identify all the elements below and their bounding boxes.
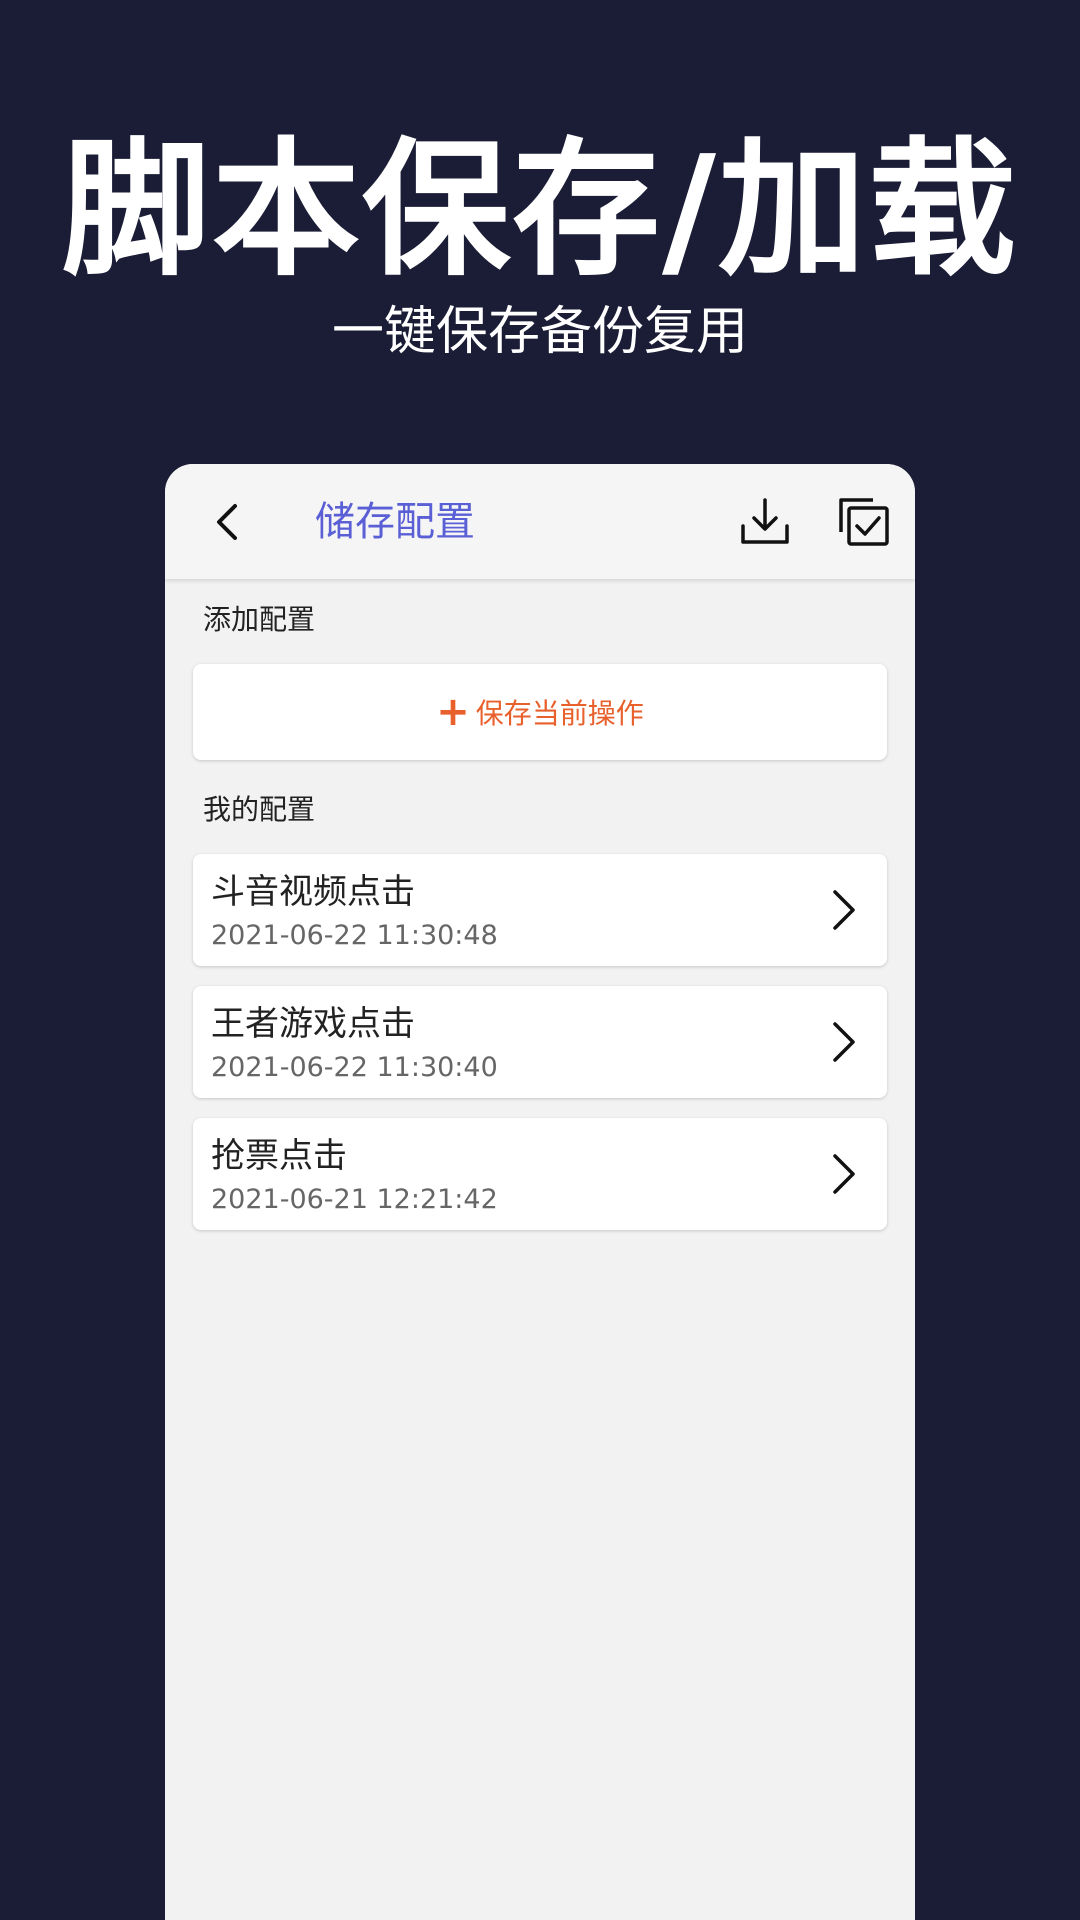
config-item[interactable]: 王者游戏点击 2021-06-22 11:30:40 — [193, 986, 887, 1098]
save-current-button[interactable]: + 保存当前操作 — [193, 664, 887, 760]
chevron-right-icon — [833, 890, 855, 930]
app-bar: 储存配置 — [165, 464, 915, 579]
my-section-label: 我的配置 — [203, 793, 316, 826]
config-item[interactable]: 斗音视频点击 2021-06-22 11:30:48 — [193, 854, 887, 966]
config-name: 王者游戏点击 — [211, 1004, 415, 1044]
config-item[interactable]: 抢票点击 2021-06-21 12:21:42 — [193, 1118, 887, 1230]
config-time: 2021-06-22 11:30:40 — [211, 1052, 498, 1083]
chevron-right-icon — [833, 1154, 855, 1194]
save-current-label: 保存当前操作 — [475, 697, 644, 730]
multi-check-icon[interactable] — [837, 494, 893, 550]
add-section-label: 添加配置 — [203, 603, 316, 636]
config-name: 抢票点击 — [211, 1136, 347, 1176]
config-name: 斗音视频点击 — [211, 872, 415, 912]
download-icon[interactable] — [737, 494, 793, 550]
promo-title: 脚本保存/加载 — [61, 124, 1019, 296]
chevron-right-icon — [833, 1022, 855, 1062]
phone-screen: 储存配置 添加配置 + 保存当前操作 我的配置 斗音视频点击 2021-06-2… — [165, 464, 915, 1920]
page-title: 储存配置 — [315, 499, 475, 545]
config-time: 2021-06-21 12:21:42 — [211, 1184, 498, 1215]
back-icon[interactable] — [205, 498, 253, 546]
config-time: 2021-06-22 11:30:48 — [211, 920, 498, 951]
promo-subtitle: 一键保存备份复用 — [331, 302, 748, 362]
plus-icon: + — [436, 689, 470, 735]
